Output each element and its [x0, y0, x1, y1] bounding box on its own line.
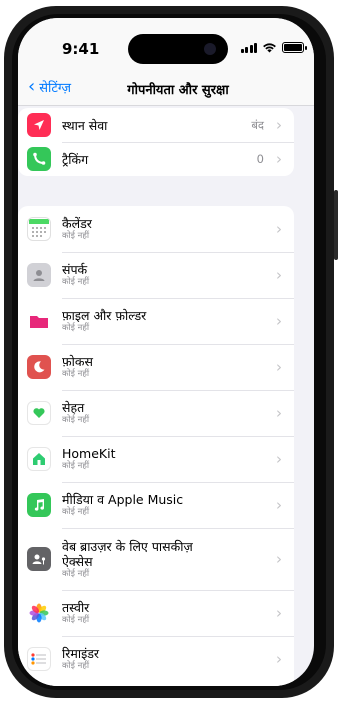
row-subtitle: कोई नहीं [62, 507, 90, 517]
row-label: सेहत [62, 400, 85, 415]
chevron-right-icon: › [276, 265, 282, 284]
chevron-right-icon: › [276, 115, 282, 134]
row-calendar[interactable]: कैलेंडर कोई नहीं › [18, 206, 294, 252]
side-button [334, 190, 338, 260]
camera-icon [204, 43, 216, 55]
row-subtitle: कोई नहीं [62, 568, 90, 579]
row-subtitle: कोई नहीं [62, 323, 90, 333]
chevron-right-icon: › [276, 549, 282, 568]
status-bar: 9:41 [18, 18, 314, 70]
row-subtitle: कोई नहीं [62, 415, 90, 425]
row-files-folders[interactable]: फ़ाइल और फ़ोल्डर कोई नहीं › [18, 298, 294, 344]
chevron-right-icon: › [276, 311, 282, 330]
passkey-icon [27, 547, 51, 571]
row-label: वेब ब्राउज़र के लिए पासकीज़ ऐक्सेस [62, 538, 193, 569]
row-subtitle: कोई नहीं [62, 369, 90, 379]
folder-icon [27, 309, 51, 333]
calendar-icon [27, 217, 51, 241]
row-contacts[interactable]: संपर्क कोई नहीं › [18, 252, 294, 298]
row-subtitle: कोई नहीं [62, 615, 90, 625]
chevron-right-icon: › [276, 649, 282, 668]
health-heart-icon [27, 401, 51, 425]
back-label: सेटिंग्ज़ [39, 81, 72, 96]
row-location-services[interactable]: स्थान सेवा बंद › [18, 108, 294, 142]
chevron-right-icon: › [276, 603, 282, 622]
page-title: गोपनीयता और सुरक्षा [127, 83, 229, 98]
row-reminders[interactable]: रिमाइंडर कोई नहीं › [18, 636, 294, 682]
row-label: HomeKit [62, 446, 116, 461]
wifi-icon [263, 43, 276, 53]
navigation-bar: ‹ सेटिंग्ज़ गोपनीयता और सुरक्षा [18, 70, 314, 106]
row-tracking[interactable]: ट्रैकिंग 0 › [18, 142, 294, 176]
row-label: फ़ोकस [62, 354, 93, 369]
chevron-right-icon: › [276, 357, 282, 376]
row-health[interactable]: सेहत कोई नहीं › [18, 390, 294, 436]
row-subtitle: कोई नहीं [62, 277, 90, 287]
homekit-icon [27, 447, 51, 471]
location-tracking-group: स्थान सेवा बंद › ट्रैकिंग 0 › [18, 108, 294, 176]
photos-icon [27, 601, 51, 625]
dynamic-island [128, 34, 228, 64]
row-label: तस्वीर [62, 600, 90, 615]
chevron-right-icon: › [276, 449, 282, 468]
row-media-apple-music[interactable]: मीडिया व Apple Music कोई नहीं › [18, 482, 294, 528]
status-icons [240, 42, 307, 53]
status-time: 9:41 [62, 40, 100, 58]
chevron-right-icon: › [276, 149, 282, 168]
row-label: संपर्क [62, 262, 88, 277]
row-label: मीडिया व Apple Music [62, 492, 184, 507]
row-label: फ़ाइल और फ़ोल्डर [62, 308, 147, 323]
app-permissions-group: कैलेंडर कोई नहीं › संपर्क कोई नहीं › फ़ा… [18, 206, 294, 686]
contacts-icon [27, 263, 51, 287]
chevron-left-icon: ‹ [28, 76, 36, 97]
chevron-right-icon: › [276, 495, 282, 514]
tracking-icon [27, 147, 51, 171]
chevron-right-icon: › [276, 219, 282, 238]
location-arrow-icon [27, 113, 51, 137]
cellular-signal-icon [240, 42, 257, 53]
row-label: रिमाइंडर [62, 646, 100, 661]
row-label: कैलेंडर [62, 216, 92, 231]
row-subtitle: कोई नहीं [62, 461, 90, 471]
music-icon [27, 493, 51, 517]
chevron-right-icon: › [276, 403, 282, 422]
row-passkeys-access[interactable]: वेब ब्राउज़र के लिए पासकीज़ ऐक्सेस कोई न… [18, 528, 294, 590]
focus-moon-icon [27, 355, 51, 379]
row-value: बंद [251, 117, 264, 132]
row-focus[interactable]: फ़ोकस कोई नहीं › [18, 344, 294, 390]
row-homekit[interactable]: HomeKit कोई नहीं › [18, 436, 294, 482]
row-label: स्थान सेवा [62, 117, 108, 133]
battery-icon [282, 42, 307, 53]
reminders-icon [27, 647, 51, 671]
phone-screen: 9:41 ‹ सेटिंग्ज़ गोपनीयता और सुरक्षा स्थ… [18, 18, 314, 686]
back-button[interactable]: ‹ सेटिंग्ज़ [28, 76, 72, 97]
row-value: 0 [256, 152, 264, 166]
row-subtitle: कोई नहीं [62, 661, 90, 671]
row-label: ट्रैकिंग [62, 151, 89, 167]
row-photos[interactable]: तस्वीर कोई नहीं › [18, 590, 294, 636]
row-subtitle: कोई नहीं [62, 231, 90, 241]
